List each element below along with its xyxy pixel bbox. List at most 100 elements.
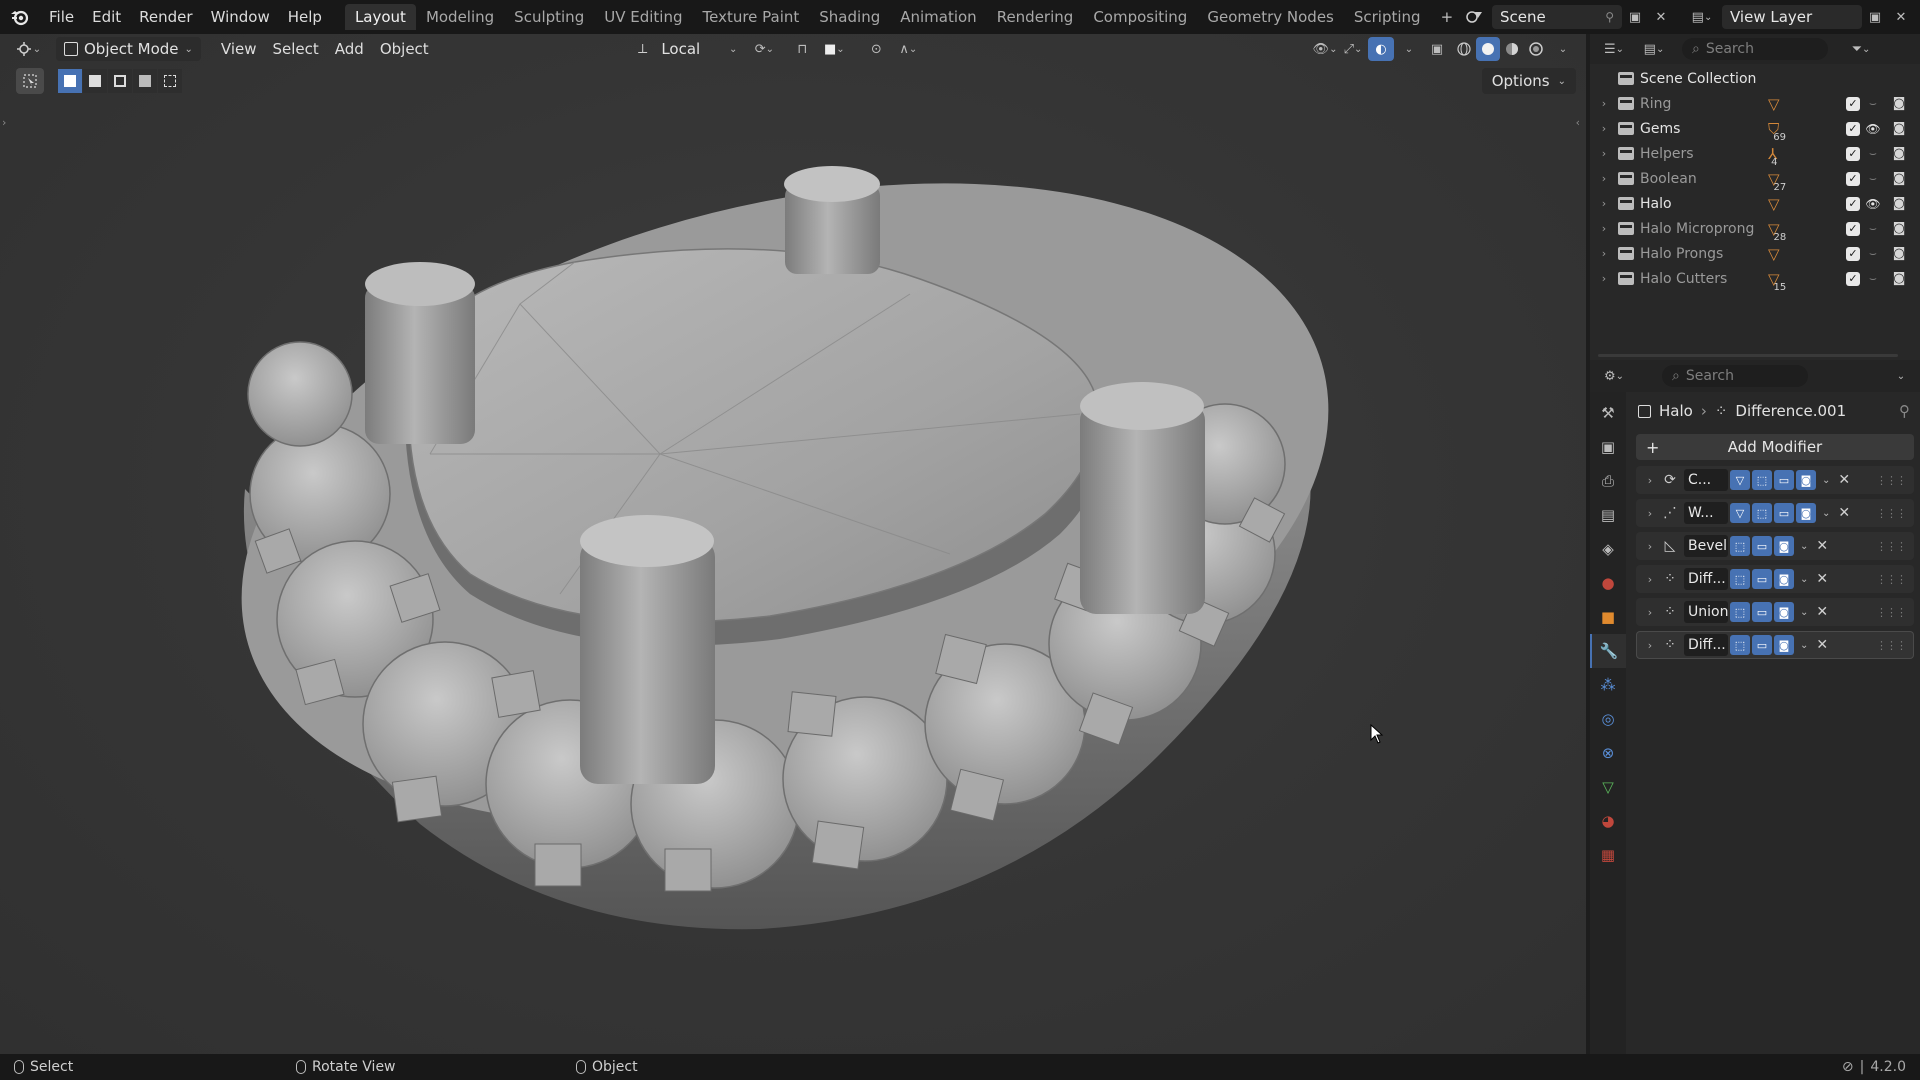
modifier-extras-dropdown-icon[interactable]: ⌄ — [1800, 574, 1808, 585]
3d-viewport[interactable]: ⌄ Object Mode ⌄ View Select Add Object ⟂ Lo… — [0, 34, 1586, 1054]
view-layer-type-icon[interactable]: ▤ ⌄ — [1682, 5, 1722, 29]
menu-file[interactable]: File — [40, 4, 83, 30]
expand-arrow-icon[interactable]: › — [1590, 222, 1618, 235]
camera-icon[interactable]: ◙ — [1886, 196, 1912, 211]
modifier-tab-icon[interactable]: 🔧 — [1590, 634, 1626, 668]
menu-window[interactable]: Window — [202, 4, 279, 30]
camera-icon[interactable]: ◙ — [1886, 96, 1912, 111]
modifier-panel[interactable]: › ⁘ Diff... ⬚ ▭ ◙ ⌄ ✕ ⋮⋮⋮ — [1636, 631, 1914, 659]
on-cage-icon[interactable]: ▽ — [1730, 503, 1750, 523]
tab-rendering[interactable]: Rendering — [987, 4, 1084, 30]
exclude-checkbox[interactable]: ✓ — [1846, 96, 1860, 111]
edit-mode-icon[interactable]: ⬚ — [1730, 569, 1750, 589]
outliner-item-boolean[interactable]: › Boolean ▽27 ✓ ⌣ ◙ — [1590, 166, 1920, 193]
expand-arrow-icon[interactable]: › — [1640, 540, 1660, 553]
remove-modifier-icon[interactable]: ✕ — [1816, 604, 1828, 620]
modifier-name-field[interactable]: C... — [1684, 469, 1728, 491]
tab-uv-editing[interactable]: UV Editing — [594, 4, 692, 30]
eye-icon[interactable]: 👁 — [1860, 122, 1886, 136]
tab-modeling[interactable]: Modeling — [416, 4, 504, 30]
expand-arrow-icon[interactable]: › — [1590, 272, 1618, 285]
realtime-icon[interactable]: ▭ — [1774, 470, 1794, 490]
drag-handle-icon[interactable]: ⋮⋮⋮ — [1876, 573, 1907, 586]
outliner-editor-type-icon[interactable]: ☰ ⌄ — [1594, 37, 1634, 61]
physics-tab-icon[interactable]: ◎ — [1590, 702, 1626, 736]
render-icon[interactable]: ◙ — [1774, 536, 1794, 556]
modifier-panel[interactable]: › ⁘ Union ⬚ ▭ ◙ ⌄ ✕ ⋮⋮⋮ — [1636, 598, 1914, 626]
eye-closed-icon[interactable]: ⌣ — [1860, 96, 1886, 111]
render-icon[interactable]: ◙ — [1796, 503, 1816, 523]
breadcrumb-object[interactable]: Halo — [1659, 402, 1693, 420]
outliner-item-halo[interactable]: › Halo ▽ ✓ 👁 ◙ — [1590, 191, 1920, 216]
realtime-icon[interactable]: ▭ — [1752, 635, 1772, 655]
modifier-panel[interactable]: › ⋰ W... ▽ ⬚ ▭ ◙ ⌄ ✕ ⋮⋮⋮ — [1636, 499, 1914, 527]
modifier-extras-dropdown-icon[interactable]: ⌄ — [1800, 541, 1808, 552]
scene-type-icon[interactable] — [1458, 5, 1492, 29]
object-tab-icon[interactable]: ■ — [1590, 600, 1626, 634]
eye-closed-icon[interactable]: ⌣ — [1860, 271, 1886, 286]
scene-collection-row[interactable]: Scene Collection — [1590, 66, 1920, 91]
modifier-name-field[interactable]: Diff... — [1684, 568, 1728, 590]
pin-icon[interactable]: ⚲ — [1605, 10, 1614, 24]
outliner-item-halo-prongs[interactable]: › Halo Prongs ▽ ✓ ⌣ ◙ — [1590, 241, 1920, 266]
realtime-icon[interactable]: ▭ — [1752, 536, 1772, 556]
eye-closed-icon[interactable]: ⌣ — [1860, 146, 1886, 161]
constraints-tab-icon[interactable]: ⊗ — [1590, 736, 1626, 770]
filter-icon[interactable]: ⏷ ⌄ — [1848, 37, 1874, 61]
edit-mode-icon[interactable]: ⬚ — [1730, 635, 1750, 655]
tab-layout[interactable]: Layout — [344, 4, 416, 30]
tab-geometry-nodes[interactable]: Geometry Nodes — [1197, 4, 1344, 30]
outliner-item-gems[interactable]: › Gems ⛉69 ✓ 👁 ◙ — [1590, 116, 1920, 143]
scene-name-field[interactable]: Scene ⚲ — [1492, 5, 1622, 29]
drag-handle-icon[interactable]: ⋮⋮⋮ — [1876, 507, 1907, 520]
camera-icon[interactable]: ◙ — [1886, 221, 1912, 236]
exclude-checkbox[interactable]: ✓ — [1846, 221, 1860, 236]
eye-closed-icon[interactable]: ⌣ — [1860, 221, 1886, 236]
texture-tab-icon[interactable]: ▦ — [1590, 838, 1626, 872]
edit-mode-icon[interactable]: ⬚ — [1730, 536, 1750, 556]
menu-help[interactable]: Help — [279, 4, 331, 30]
modifier-name-field[interactable]: Union — [1684, 601, 1728, 623]
remove-modifier-icon[interactable]: ✕ — [1816, 538, 1828, 554]
material-tab-icon[interactable]: ◕ — [1590, 804, 1626, 838]
edit-mode-icon[interactable]: ⬚ — [1752, 503, 1772, 523]
new-view-layer-icon[interactable]: ▣ — [1862, 5, 1888, 29]
render-icon[interactable]: ◙ — [1796, 470, 1816, 490]
render-icon[interactable]: ◙ — [1774, 602, 1794, 622]
on-cage-icon[interactable]: ▽ — [1730, 470, 1750, 490]
breadcrumb-modifier[interactable]: Difference.001 — [1735, 402, 1846, 420]
exclude-checkbox[interactable]: ✓ — [1846, 246, 1860, 261]
drag-handle-icon[interactable]: ⋮⋮⋮ — [1876, 474, 1907, 487]
camera-icon[interactable]: ◙ — [1886, 121, 1912, 136]
modifier-name-field[interactable]: Bevel — [1684, 535, 1728, 557]
tool-tab-icon[interactable]: ⚒ — [1590, 396, 1626, 430]
display-mode-icon[interactable]: ▤ ⌄ — [1634, 37, 1674, 61]
modifier-extras-dropdown-icon[interactable]: ⌄ — [1822, 475, 1830, 486]
outliner-item-halo-microprong[interactable]: › Halo Microprong ▽28 ✓ ⌣ ◙ — [1590, 216, 1920, 243]
scene-tab-icon[interactable]: ◈ — [1590, 532, 1626, 566]
properties-search-input[interactable]: ⌕ Search — [1662, 365, 1808, 387]
outliner-scrollbar[interactable] — [1598, 354, 1898, 357]
modifier-extras-dropdown-icon[interactable]: ⌄ — [1822, 508, 1830, 519]
modifier-panel[interactable]: › ⁘ Diff... ⬚ ▭ ◙ ⌄ ✕ ⋮⋮⋮ — [1636, 565, 1914, 593]
expand-arrow-icon[interactable]: › — [1590, 247, 1618, 260]
modifier-extras-dropdown-icon[interactable]: ⌄ — [1800, 607, 1808, 618]
eye-closed-icon[interactable]: ⌣ — [1860, 246, 1886, 261]
world-tab-icon[interactable]: ● — [1590, 566, 1626, 600]
edit-mode-icon[interactable]: ⬚ — [1752, 470, 1772, 490]
output-tab-icon[interactable]: ⎙ — [1590, 464, 1626, 498]
tab-animation[interactable]: Animation — [890, 4, 986, 30]
data-tab-icon[interactable]: ▽ — [1590, 770, 1626, 804]
expand-arrow-icon[interactable]: › — [1640, 606, 1660, 619]
render-tab-icon[interactable]: ▣ — [1590, 430, 1626, 464]
view-layer-field[interactable]: View Layer — [1722, 5, 1862, 29]
view-layer-tab-icon[interactable]: ▤ — [1590, 498, 1626, 532]
menu-render[interactable]: Render — [130, 4, 201, 30]
render-icon[interactable]: ◙ — [1774, 569, 1794, 589]
properties-editor-type-icon[interactable]: ⚙ ⌄ — [1594, 364, 1634, 388]
new-scene-icon[interactable]: ▣ — [1622, 5, 1648, 29]
modifier-panel[interactable]: › ◺ Bevel ⬚ ▭ ◙ ⌄ ✕ ⋮⋮⋮ — [1636, 532, 1914, 560]
modifier-name-field[interactable]: Diff... — [1684, 634, 1728, 656]
camera-icon[interactable]: ◙ — [1886, 246, 1912, 261]
expand-arrow-icon[interactable]: › — [1590, 197, 1618, 210]
